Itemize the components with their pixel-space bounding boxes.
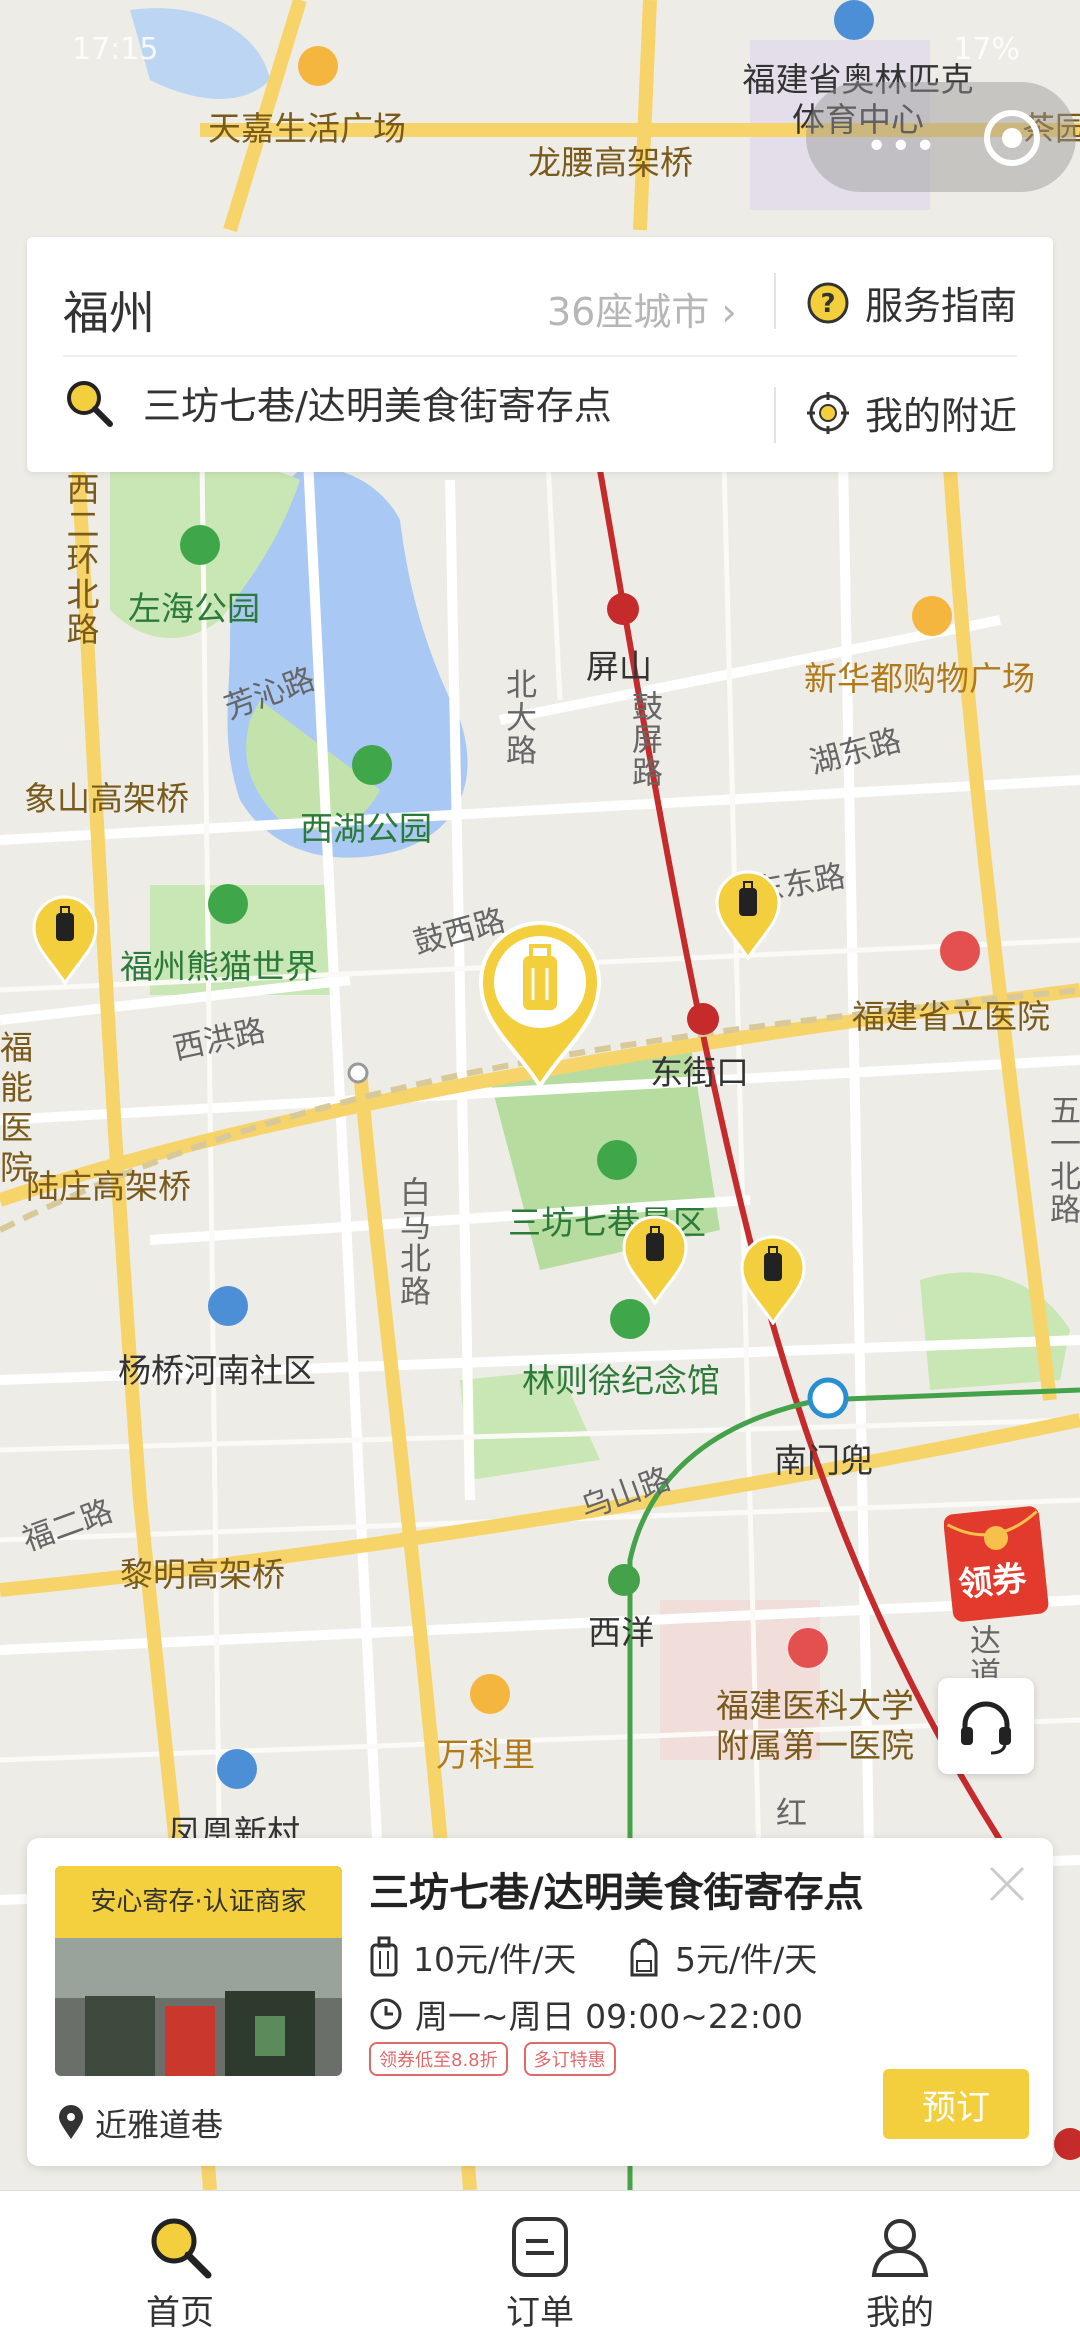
store-address: 近雅道巷 (57, 2100, 223, 2146)
tab-orders-label: 订单 (506, 2293, 574, 2333)
city-count: 36座城市 (547, 290, 710, 334)
tab-home[interactable]: 首页 (80, 2191, 280, 2341)
luggage-pin-marker[interactable] (713, 870, 783, 960)
chevron-right-icon: › (721, 290, 737, 334)
luggage-pin-marker[interactable] (30, 895, 100, 985)
city-name[interactable]: 福州 (63, 277, 155, 343)
promo-tag: 领券低至8.8折 (369, 2042, 508, 2076)
search-icon (67, 380, 113, 427)
map-label-zuohai: 左海公园 (128, 589, 260, 628)
location-pin-icon (59, 2105, 83, 2139)
map-label-beidalu: 北大路 (500, 668, 536, 767)
coupon-label: 领券 (956, 1558, 1029, 1606)
opening-hours-text: 周一~周日 09:00~22:00 (415, 1997, 803, 2036)
divider (774, 273, 776, 329)
tab-profile[interactable]: 我的 (800, 2191, 1000, 2341)
map-label-baimabei: 白马北路 (394, 1176, 430, 1308)
map-label-luzhuang: 陆庄高架桥 (26, 1167, 191, 1206)
map-label-tianjia: 天嘉生活广场 (208, 109, 406, 148)
customer-service-button[interactable] (938, 1678, 1034, 1774)
status-time: 17:15 (72, 32, 159, 67)
map-label-xinhuadu: 新华都购物广场 (804, 659, 1035, 698)
luggage-pin-marker[interactable] (738, 1235, 808, 1325)
more-menu-icon[interactable]: ••• (866, 126, 939, 167)
large-price-value: 10元/件/天 (413, 1940, 577, 1979)
status-battery: 17% (953, 32, 1020, 67)
tab-home-label: 首页 (146, 2293, 214, 2333)
map-label-dongjiekou: 东街口 (650, 1053, 749, 1092)
promo-tags: 领券低至8.8折 多订特惠 (369, 2042, 616, 2076)
small-price-value: 5元/件/天 (675, 1940, 818, 1979)
promo-tag: 多订特惠 (523, 2042, 616, 2076)
suitcase-icon (370, 1936, 398, 1977)
store-card[interactable]: 安心寄存·认证商家 三坊七巷/达明美食街寄存点 10元/件/天 5元/件/天 周… (27, 1838, 1053, 2166)
store-photo: 安心寄存·认证商家 (55, 1866, 342, 2076)
service-guide-label: 服务指南 (865, 284, 1018, 328)
map-label-medical-univ: 福建医科大学附属第一医院 (716, 1686, 914, 1765)
nearby-label: 我的附近 (865, 394, 1018, 438)
certified-badge: 安心寄存·认证商家 (55, 1866, 342, 1938)
book-button[interactable]: 预订 (883, 2069, 1029, 2139)
selected-luggage-pin[interactable] (475, 920, 605, 1090)
user-icon (871, 2219, 929, 2277)
headset-icon (961, 1701, 1011, 1755)
map-label-gupinglu: 鼓屏路 (626, 690, 662, 789)
luggage-pin-marker[interactable] (620, 1215, 690, 1305)
search-query: 三坊七巷/达明美食街寄存点 (143, 384, 612, 428)
store-name: 三坊七巷/达明美食街寄存点 (369, 1870, 864, 1916)
map-label-longteng: 龙腰高架桥 (528, 143, 693, 182)
small-luggage-price: 5元/件/天 (627, 1933, 817, 1981)
search-header-card: 福州 36座城市 › ? 服务指南 三坊七巷/达明美食街寄存点 我的附近 (27, 237, 1053, 472)
service-guide-button[interactable]: ? 服务指南 (805, 275, 1017, 330)
map-label-xiangshan: 象山高架桥 (24, 779, 189, 818)
city-selector[interactable]: 36座城市 › (547, 281, 737, 336)
map-label-linzexu: 林则徐纪念馆 (522, 1361, 720, 1400)
search-input[interactable]: 三坊七巷/达明美食街寄存点 (63, 375, 612, 430)
map-label-panda: 福州熊猫世界 (120, 947, 318, 986)
divider (63, 355, 1017, 357)
map-label-liming: 黎明高架桥 (120, 1555, 285, 1594)
tab-bar: 首页 订单 我的 (0, 2190, 1080, 2341)
map-label-nanmendou: 南门兜 (774, 1441, 873, 1480)
miniprogram-capsule: ••• (806, 82, 1076, 192)
map-label-xihu: 西湖公园 (300, 809, 432, 848)
nearby-button[interactable]: 我的附近 (805, 385, 1017, 440)
address-text: 近雅道巷 (95, 2106, 224, 2144)
map-label-pingshan: 屏山 (586, 647, 652, 686)
map-label-yangqiao: 杨桥河南社区 (118, 1351, 316, 1390)
map-label-xiyang: 西洋 (588, 1613, 654, 1652)
backpack-icon (630, 1938, 658, 1977)
map-label-provincial-hosp: 福建省立医院 (852, 997, 1050, 1036)
map-label-wuyi: 五一北路 (1044, 1094, 1080, 1226)
map-label-xihuan-north: 西二环北路 (61, 472, 100, 647)
status-bar: 17:15 17% (0, 0, 1080, 80)
tab-orders[interactable]: 订单 (440, 2191, 640, 2341)
svg-text:?: ? (820, 289, 835, 319)
close-miniprogram-icon[interactable] (984, 110, 1040, 166)
locate-icon (807, 391, 849, 434)
search-icon (151, 2218, 212, 2279)
coupon-red-packet[interactable]: 领券 (943, 1500, 1054, 1624)
close-icon[interactable] (985, 1862, 1029, 1906)
tab-profile-label: 我的 (866, 2293, 934, 2333)
map-label-wankeli: 万科里 (436, 1735, 535, 1774)
help-icon: ? (807, 282, 849, 323)
opening-hours: 周一~周日 09:00~22:00 (369, 1990, 803, 2038)
divider (774, 387, 776, 443)
map-label-hong: 红 (776, 1796, 807, 1832)
large-luggage-price: 10元/件/天 (369, 1933, 576, 1981)
order-icon (512, 2217, 568, 2277)
clock-icon (370, 1998, 402, 2030)
